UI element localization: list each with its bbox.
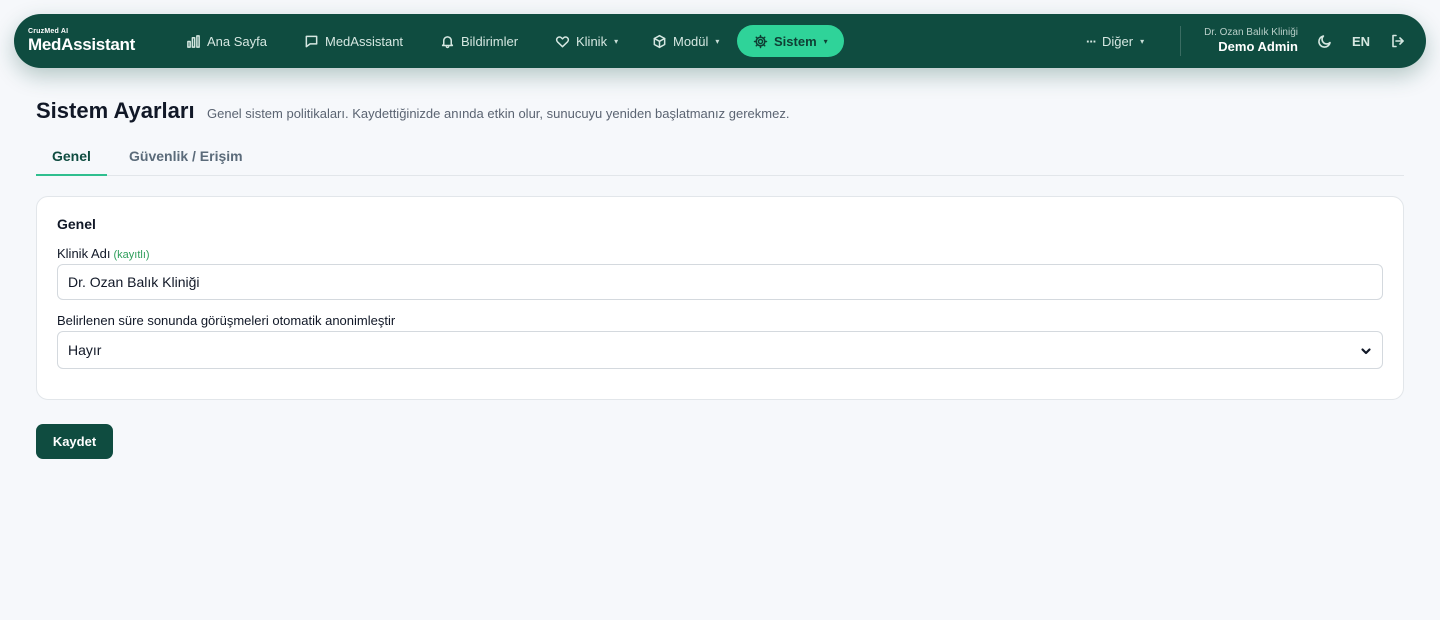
saved-hint: (kayıtlı): [113, 249, 150, 261]
nav-item-medassistant[interactable]: MedAssistant: [304, 25, 403, 57]
page-subtitle: Genel sistem politikaları. Kaydettiğiniz…: [207, 106, 790, 121]
chevron-down-icon: ▾: [614, 36, 619, 46]
nav-item-diger[interactable]: ··· Diğer ▾: [1086, 25, 1144, 57]
tab-genel[interactable]: Genel: [36, 138, 107, 176]
gear-icon: [753, 34, 768, 48]
card-title: Genel: [57, 216, 96, 232]
heart-icon: [555, 35, 570, 47]
logout-icon: [1392, 34, 1404, 48]
auto-anonymize-label: Belirlenen süre sonunda görüşmeleri otom…: [57, 313, 396, 328]
brand-name: MedAssistant: [28, 35, 135, 54]
more-dots-icon: ···: [1086, 33, 1097, 49]
page-title: Sistem Ayarları: [36, 98, 195, 123]
logout-button[interactable]: [1390, 33, 1406, 49]
nav-item-label: Sistem: [774, 33, 817, 49]
brand-logo[interactable]: CruzMed AI MedAssistant: [28, 28, 135, 53]
chevron-down-icon: ▾: [1140, 36, 1145, 46]
tab-guvenlik-erisim[interactable]: Güvenlik / Erişim: [113, 138, 259, 176]
chevron-down-icon: [1360, 344, 1372, 356]
bell-icon: [441, 35, 454, 48]
clinic-name-value: Dr. Ozan Balık Kliniği: [68, 274, 200, 290]
brand-small-text: CruzMed AI: [28, 28, 69, 35]
nav-item-ana-sayfa[interactable]: Ana Sayfa: [186, 25, 267, 57]
save-button[interactable]: Kaydet: [36, 424, 113, 459]
nav-item-label: MedAssistant: [325, 33, 404, 49]
message-square-icon: [305, 35, 318, 47]
user-name: Demo Admin: [1218, 39, 1298, 54]
auto-anonymize-value: Hayır: [68, 342, 102, 358]
nav-item-modul[interactable]: Modül ▾: [652, 25, 719, 57]
user-info: Dr. Ozan Balık Kliniği Demo Admin: [1204, 27, 1298, 55]
nav-item-klinik[interactable]: Klinik ▾: [555, 25, 618, 57]
nav-item-bildirimler[interactable]: Bildirimler: [440, 25, 518, 57]
moon-icon: [1318, 35, 1331, 48]
nav-item-label: Ana Sayfa: [207, 33, 267, 49]
clinic-name-input[interactable]: Dr. Ozan Balık Kliniği: [57, 264, 1383, 300]
general-settings-card: Genel Klinik Adı (kayıtlı) Dr. Ozan Balık…: [36, 196, 1404, 400]
nav-item-label: Klinik: [576, 33, 608, 49]
clinic-name-label-text: Klinik Adı: [57, 246, 111, 261]
nav-item-label: Diğer: [1102, 33, 1134, 49]
chevron-down-icon: ▾: [715, 36, 720, 46]
chevron-down-icon: ▾: [823, 36, 828, 46]
bar-chart-icon: [187, 34, 200, 48]
nav-item-sistem[interactable]: Sistem ▾: [737, 25, 844, 57]
settings-tabs: Genel Güvenlik / Erişim: [36, 138, 1404, 176]
theme-toggle-button[interactable]: [1317, 33, 1333, 49]
top-navbar: CruzMed AI MedAssistant Ana Sayfa MedAss…: [14, 14, 1426, 68]
navbar-divider: [1180, 26, 1181, 56]
clinic-name-label: Klinik Adı (kayıtlı): [57, 246, 150, 261]
nav-item-label: Bildirimler: [461, 33, 519, 49]
auto-anonymize-select[interactable]: Hayır: [57, 331, 1383, 369]
language-toggle[interactable]: EN: [1352, 34, 1370, 49]
box-icon: [653, 34, 666, 48]
user-clinic: Dr. Ozan Balık Kliniği: [1204, 27, 1298, 38]
nav-item-label: Modül: [673, 33, 709, 49]
